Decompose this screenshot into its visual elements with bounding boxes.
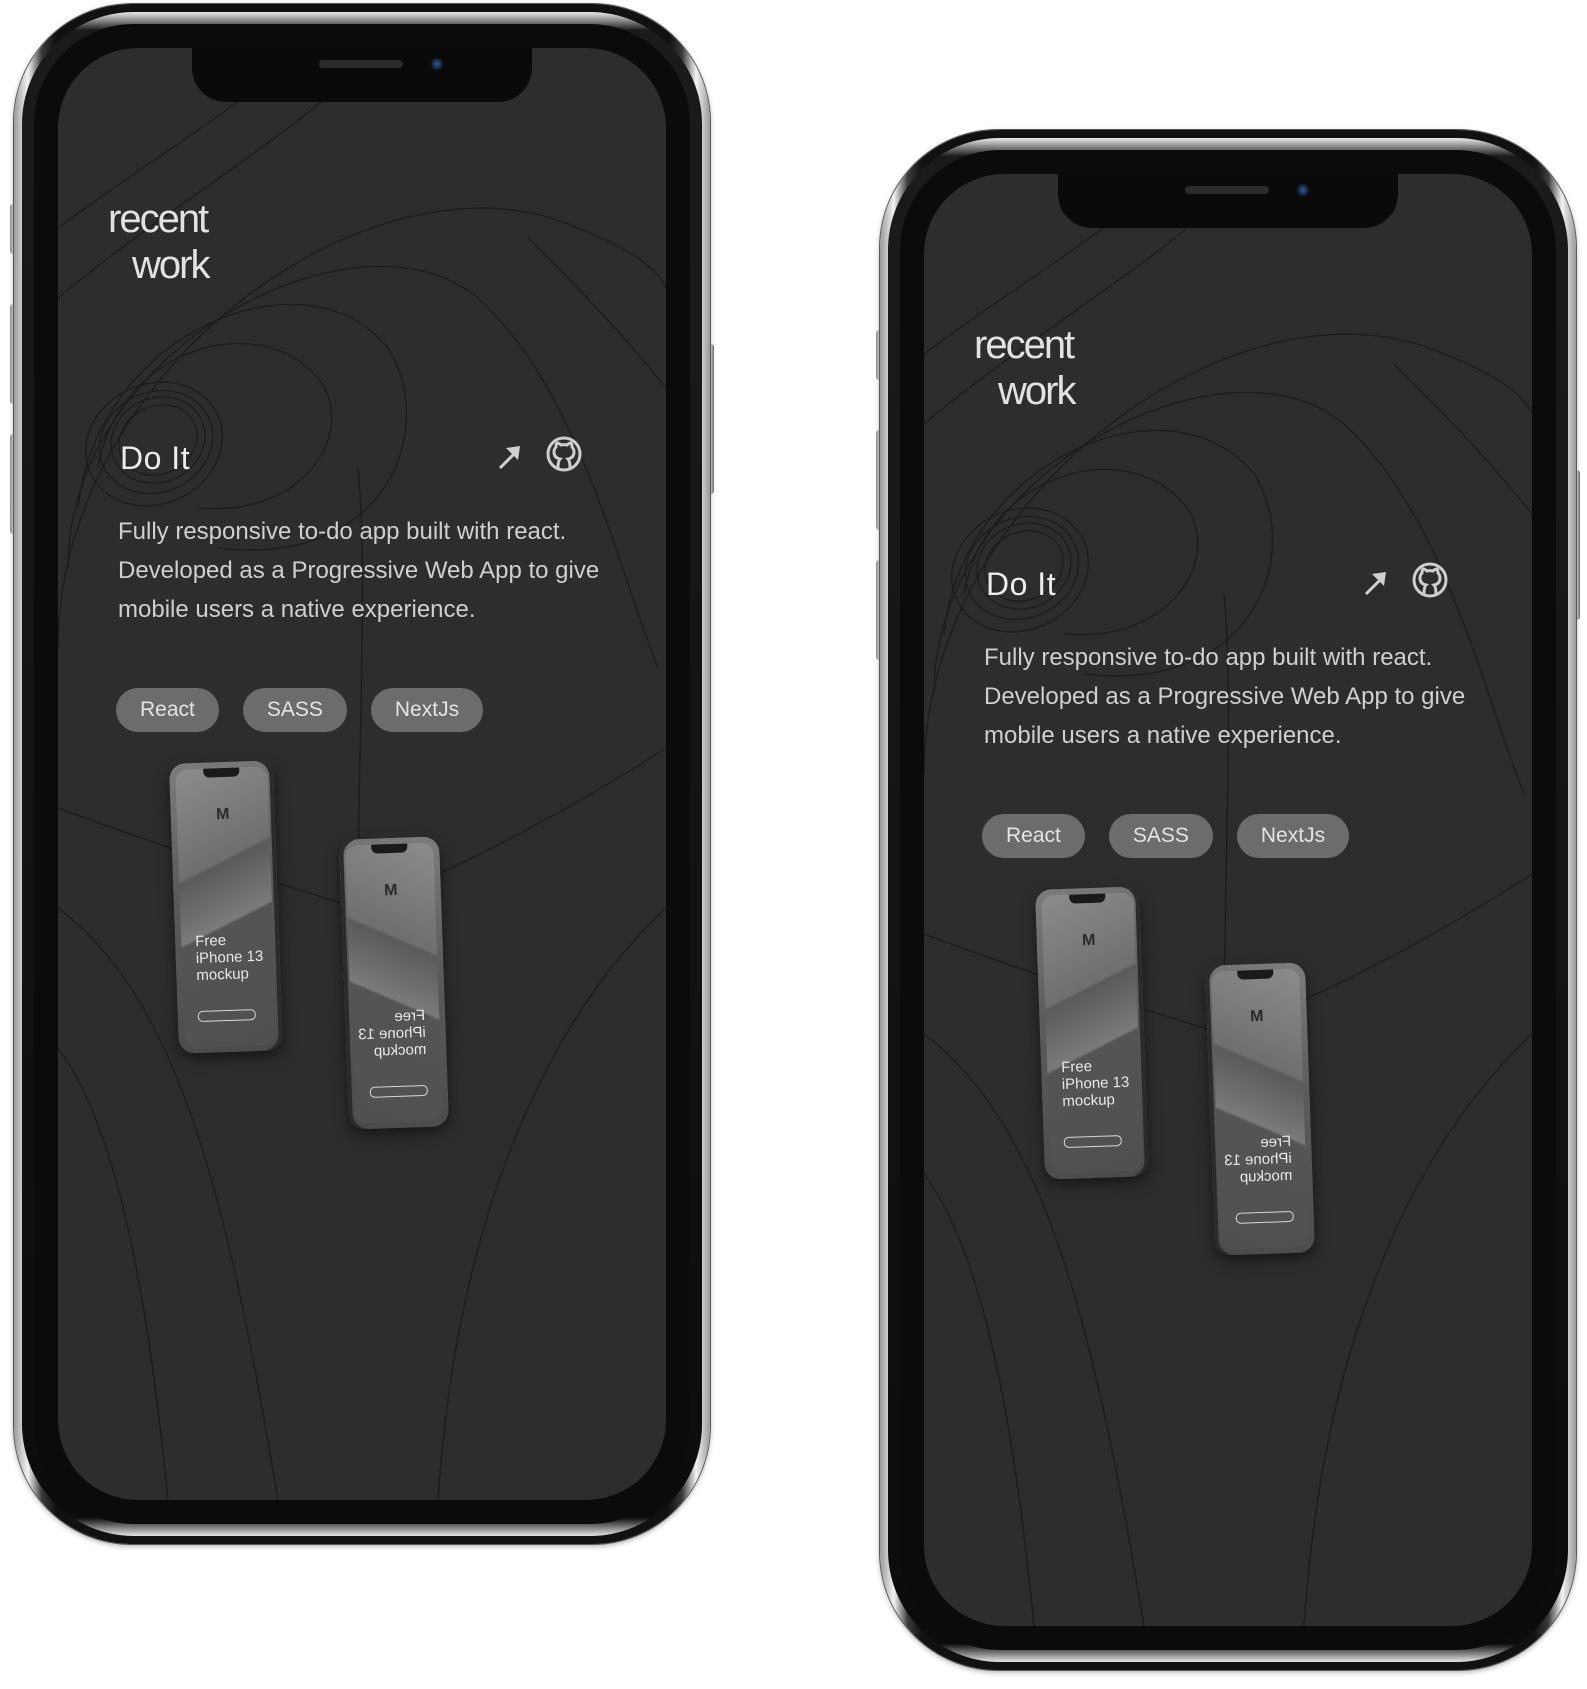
project-preview-image-back[interactable]: M Free iPhone 13 mockup [1204,962,1316,1256]
phone-mockup-right: recent work Do It Fully responsive to-do… [876,130,1580,1670]
project-title: Do It [986,566,1057,602]
tech-tags: React SASS NextJs [982,814,1350,858]
tag-nextjs[interactable]: NextJs [1236,814,1350,858]
tech-tags: React SASS NextJs [116,688,484,732]
notch [1058,174,1398,228]
project-title: Do It [120,440,191,476]
front-camera [431,58,443,70]
tag-sass[interactable]: SASS [242,688,347,732]
project-preview-image-front[interactable]: M Free iPhone 13 mockup [168,760,284,1054]
phone-screen: recent work Do It Fully responsive to-do… [58,48,666,1500]
github-icon[interactable] [544,434,584,474]
earpiece-speaker [319,60,403,68]
tag-react[interactable]: React [116,688,219,732]
phone-mockup-left: recent work Do It Fully responsive to-do… [10,4,714,1544]
section-title: recent work [974,323,1076,413]
section-title: recent work [108,197,210,287]
front-camera [1297,184,1309,196]
tag-nextjs[interactable]: NextJs [370,688,484,732]
project-preview-image-back[interactable]: M Free iPhone 13 mockup [338,836,450,1130]
tag-sass[interactable]: SASS [1108,814,1213,858]
github-icon[interactable] [1410,560,1450,600]
arrow-up-right-icon[interactable] [1360,566,1392,598]
earpiece-speaker [1185,186,1269,194]
project-description: Fully responsive to-do app built with re… [118,518,600,623]
project-description: Fully responsive to-do app built with re… [984,644,1466,749]
notch [192,48,532,102]
tag-react[interactable]: React [982,814,1085,858]
arrow-up-right-icon[interactable] [494,440,526,472]
project-preview-image-front[interactable]: M Free iPhone 13 mockup [1034,886,1150,1180]
phone-screen: recent work Do It Fully responsive to-do… [924,174,1532,1626]
